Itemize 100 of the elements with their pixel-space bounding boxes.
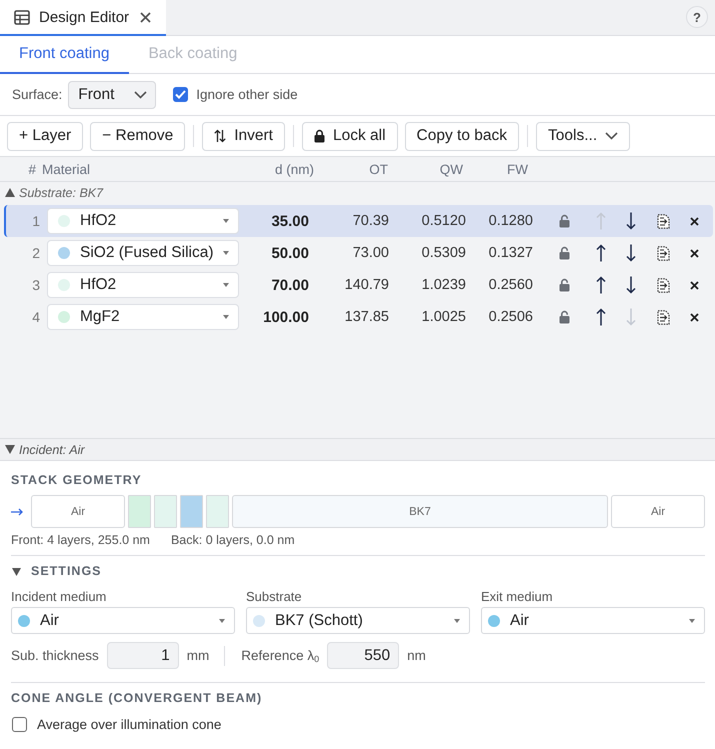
surface-select[interactable]: Front (68, 80, 156, 108)
number-input[interactable]: 550 (327, 642, 400, 669)
section-title: CONE ANGLE (CONVERGENT BEAM) (11, 691, 262, 706)
caret-down-icon (454, 618, 460, 622)
document-arrow-icon[interactable] (656, 246, 670, 260)
tools-menu-button[interactable]: Tools... (536, 122, 630, 150)
layer-row[interactable]: 2 SiO2 (Fused Silica) 50.00 73.00 0.5309 0.1327 (4, 237, 713, 269)
arrow-right-icon (11, 508, 23, 516)
triangle-up-icon (5, 188, 15, 197)
layer-row[interactable]: 4 MgF2 100.00 137.85 1.0025 0.2506 (4, 301, 713, 333)
delete-icon[interactable] (690, 216, 698, 226)
delete-icon[interactable] (690, 248, 698, 258)
surface-label: Surface: (12, 87, 62, 102)
column-header: QW (440, 162, 464, 176)
invert-button[interactable]: Invert (202, 122, 285, 150)
chevron-down-icon (134, 90, 148, 98)
fw-value: 0.2560 (488, 277, 534, 293)
thickness-value: 50.00 (271, 244, 310, 262)
row-number: 3 (32, 277, 41, 293)
ot-value: 140.79 (344, 277, 390, 293)
delete-icon[interactable] (690, 312, 698, 322)
section-title: SETTINGS (31, 564, 102, 579)
medium-segment: Air (611, 495, 705, 528)
material-select[interactable]: SiO2 (Fused Silica) (47, 240, 239, 266)
qw-value: 0.5120 (422, 213, 467, 229)
fw-value: 0.1327 (488, 245, 534, 261)
close-icon[interactable] (140, 12, 152, 22)
editor-tab[interactable]: Design Editor (0, 0, 166, 36)
column-header: d (nm) (274, 162, 315, 176)
column-header: FW (507, 162, 529, 176)
document-arrow-icon[interactable] (656, 278, 670, 292)
medium-select[interactable]: Air (481, 607, 705, 634)
ot-value: 73.00 (352, 245, 390, 261)
section-title: STACK GEOMETRY (11, 473, 142, 488)
chevron-down-icon (605, 132, 618, 140)
thickness-value: 35.00 (271, 212, 310, 230)
swap-arrows-icon (214, 129, 226, 143)
qw-value: 1.0025 (422, 309, 467, 325)
summary-text: Front: 4 layers, 255.0 nm (11, 533, 150, 547)
caret-down-icon (223, 251, 229, 255)
checkbox[interactable] (12, 717, 27, 732)
medium-select[interactable]: Air (11, 607, 235, 634)
layer-row[interactable]: 3 HfO2 70.00 140.79 1.0239 0.2560 (4, 269, 713, 301)
qw-value: 1.0239 (422, 277, 467, 293)
lock-all-button[interactable]: Lock all (302, 122, 398, 150)
caret-down-icon (219, 618, 225, 622)
arrow-up-icon[interactable] (596, 276, 606, 294)
substrate-label: Substrate: BK7 (19, 186, 104, 200)
padlock-open-icon[interactable] (558, 214, 570, 228)
material-select[interactable]: HfO2 (47, 208, 239, 234)
thickness-value: 100.00 (263, 308, 310, 326)
arrow-down-icon[interactable] (626, 212, 636, 230)
help-button[interactable]: ? (686, 6, 708, 28)
caret-down-icon (689, 618, 695, 622)
triangle-down-icon (5, 445, 15, 454)
fw-value: 0.2506 (488, 309, 534, 325)
checkbox-label: Ignore other side (196, 87, 298, 102)
lock-icon (314, 129, 325, 143)
coating-tab[interactable]: Front coating (0, 36, 130, 74)
medium-segment: Air (31, 495, 125, 528)
toolbar-button[interactable]: + Layer (7, 122, 84, 150)
ot-value: 70.39 (352, 213, 390, 229)
field-label: Exit medium (481, 589, 553, 605)
triangle-down-icon[interactable] (12, 568, 21, 576)
material-select[interactable]: HfO2 (47, 272, 239, 298)
document-arrow-icon[interactable] (656, 214, 670, 228)
document-arrow-icon[interactable] (656, 310, 670, 324)
thickness-value: 70.00 (271, 276, 310, 294)
number-input[interactable]: 1 (106, 642, 179, 669)
checkbox-label: Average over illumination cone (37, 717, 222, 732)
column-header: Material (42, 162, 90, 176)
summary-text: Back: 0 layers, 0.0 nm (170, 533, 295, 547)
padlock-open-icon[interactable] (558, 278, 570, 292)
column-header: # (28, 162, 37, 176)
ot-value: 137.85 (344, 309, 390, 325)
arrow-up-icon[interactable] (596, 308, 606, 326)
qw-value: 0.5309 (422, 245, 467, 261)
padlock-open-icon[interactable] (558, 310, 570, 324)
field-label: Sub. thickness (11, 648, 99, 663)
field-label: Incident medium (11, 589, 106, 605)
unit-label: mm (186, 648, 210, 663)
row-number: 1 (32, 213, 41, 229)
padlock-open-icon[interactable] (558, 246, 570, 260)
row-number: 4 (32, 309, 41, 325)
column-header: OT (369, 162, 389, 176)
table-icon (14, 10, 30, 24)
layer-row[interactable]: 1 HfO2 35.00 70.39 0.5120 0.1280 (4, 205, 713, 237)
checkbox[interactable] (173, 87, 188, 102)
caret-down-icon (223, 219, 229, 223)
medium-select[interactable]: BK7 (Schott) (246, 607, 470, 634)
incident-label: Incident: Air (19, 442, 85, 456)
arrow-down-icon[interactable] (626, 244, 636, 262)
delete-icon[interactable] (690, 280, 698, 290)
material-select[interactable]: MgF2 (47, 304, 239, 330)
arrow-down-icon[interactable] (626, 276, 636, 294)
toolbar-button[interactable]: − Remove (90, 122, 186, 150)
caret-down-icon (223, 315, 229, 319)
field-label: Reference λ$_{0}$ (241, 648, 320, 664)
toolbar-button[interactable]: Copy to back (404, 122, 520, 150)
arrow-up-icon[interactable] (596, 244, 606, 262)
